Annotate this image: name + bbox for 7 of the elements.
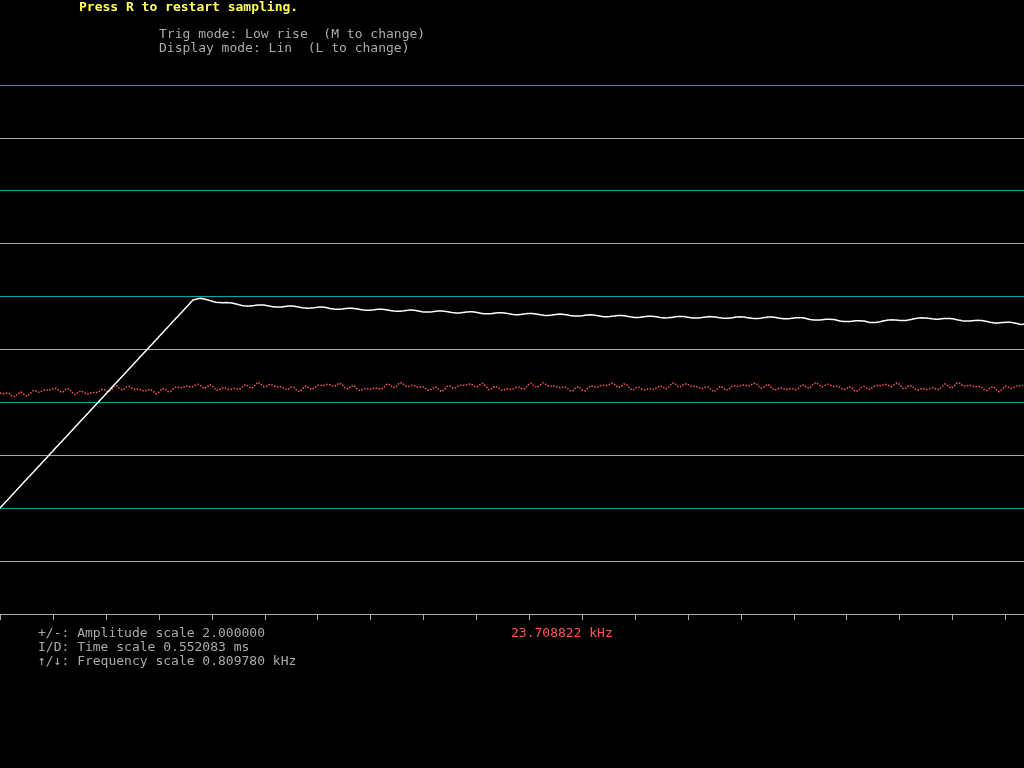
scale-text: ↑/↓: Frequency scale 0.809780 kHz xyxy=(38,654,297,668)
restart-prompt: Press R to restart sampling. xyxy=(78,0,299,14)
scale-text: I/D: Time scale 0.552083 ms xyxy=(38,640,250,654)
mode-text: Display mode: Lin (L to change) xyxy=(159,41,410,55)
frequency-readout: 23.708822 kHz xyxy=(511,626,613,640)
mode-text: Trig mode: Low rise (M to change) xyxy=(159,27,426,41)
scale-text: +/-: Amplitude scale 2.000000 xyxy=(38,626,265,640)
